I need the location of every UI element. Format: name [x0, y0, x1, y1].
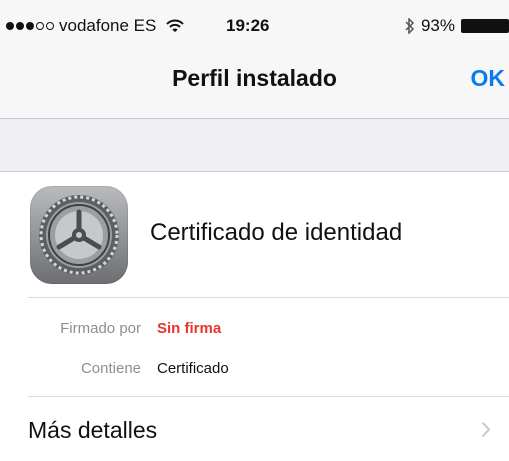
status-left: vodafone ES	[6, 15, 185, 37]
signed-by-label: Firmado por	[60, 320, 141, 337]
more-details-row[interactable]: Más detalles	[0, 397, 509, 461]
battery-percent: 93%	[420, 16, 455, 35]
signed-by-value: Sin firma	[157, 320, 222, 337]
signal-dot-empty	[36, 22, 44, 30]
contains-value: Certificado	[157, 360, 229, 377]
signal-dot	[26, 22, 34, 30]
more-details-label: Más detalles	[28, 417, 158, 443]
ok-button[interactable]: OK	[471, 65, 506, 92]
profile-name: Certificado de identidad	[150, 219, 403, 246]
battery-icon	[461, 19, 509, 33]
signal-dot-empty	[46, 22, 54, 30]
signed-by-row: Firmado por Sin firma	[0, 317, 509, 341]
signal-strength-icon	[6, 22, 54, 30]
status-right: 93%	[404, 15, 509, 37]
chevron-right-icon	[481, 421, 491, 443]
navigation-bar: Perfil instalado OK	[0, 40, 509, 118]
contains-label: Contiene	[80, 360, 141, 377]
row-divider	[28, 297, 509, 298]
status-bar: vodafone ES 19:26 93%	[0, 0, 509, 40]
signal-dot	[16, 22, 24, 30]
section-header-spacer	[0, 119, 509, 171]
bluetooth-icon	[404, 18, 415, 34]
carrier-name: vodafone ES	[59, 16, 157, 35]
profile-installed-screen: vodafone ES 19:26 93% Perfil instalado O…	[0, 0, 509, 461]
page-title: Perfil instalado	[172, 65, 337, 91]
settings-gear-icon	[30, 186, 128, 284]
signal-dot	[6, 22, 14, 30]
section-divider	[0, 171, 509, 172]
status-time: 19:26	[226, 16, 270, 35]
contains-row: Contiene Certificado	[0, 357, 509, 381]
wifi-icon	[166, 19, 185, 33]
